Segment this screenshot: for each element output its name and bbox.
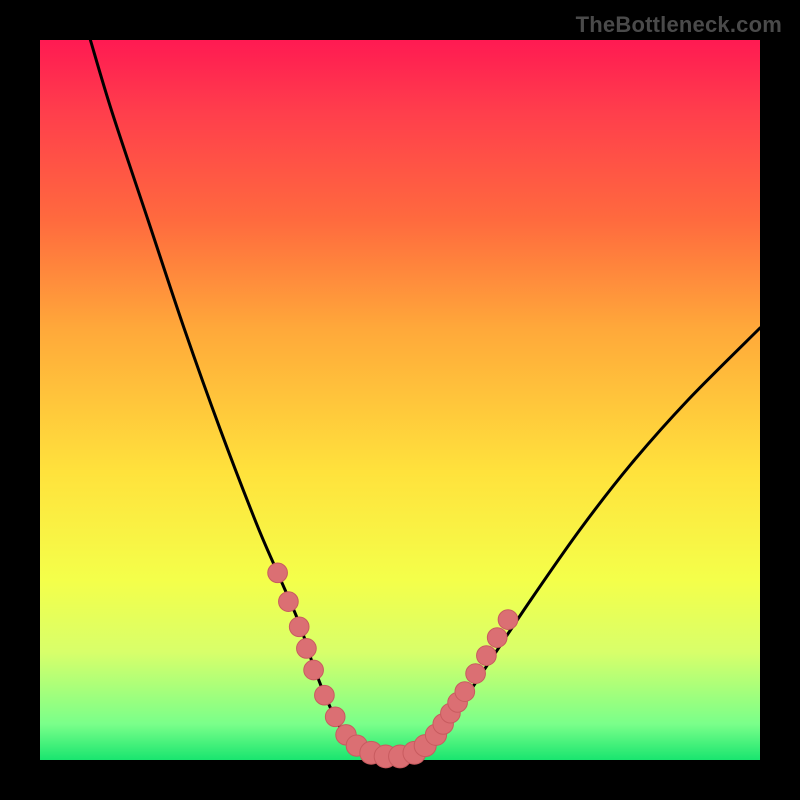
plot-area: [40, 40, 760, 760]
bottleneck-curve: [90, 40, 760, 757]
data-marker: [325, 707, 345, 727]
data-marker: [466, 664, 486, 684]
data-marker: [487, 628, 507, 648]
data-marker: [297, 639, 317, 659]
data-marker: [304, 660, 324, 680]
data-marker: [279, 592, 299, 612]
data-marker: [315, 685, 335, 705]
marker-group: [268, 563, 518, 768]
watermark-text: TheBottleneck.com: [576, 12, 782, 38]
data-marker: [477, 646, 497, 666]
data-marker: [498, 610, 518, 630]
data-marker: [289, 617, 309, 637]
chart-svg: [40, 40, 760, 760]
chart-frame: TheBottleneck.com: [0, 0, 800, 800]
data-marker: [455, 682, 475, 702]
data-marker: [268, 563, 288, 583]
